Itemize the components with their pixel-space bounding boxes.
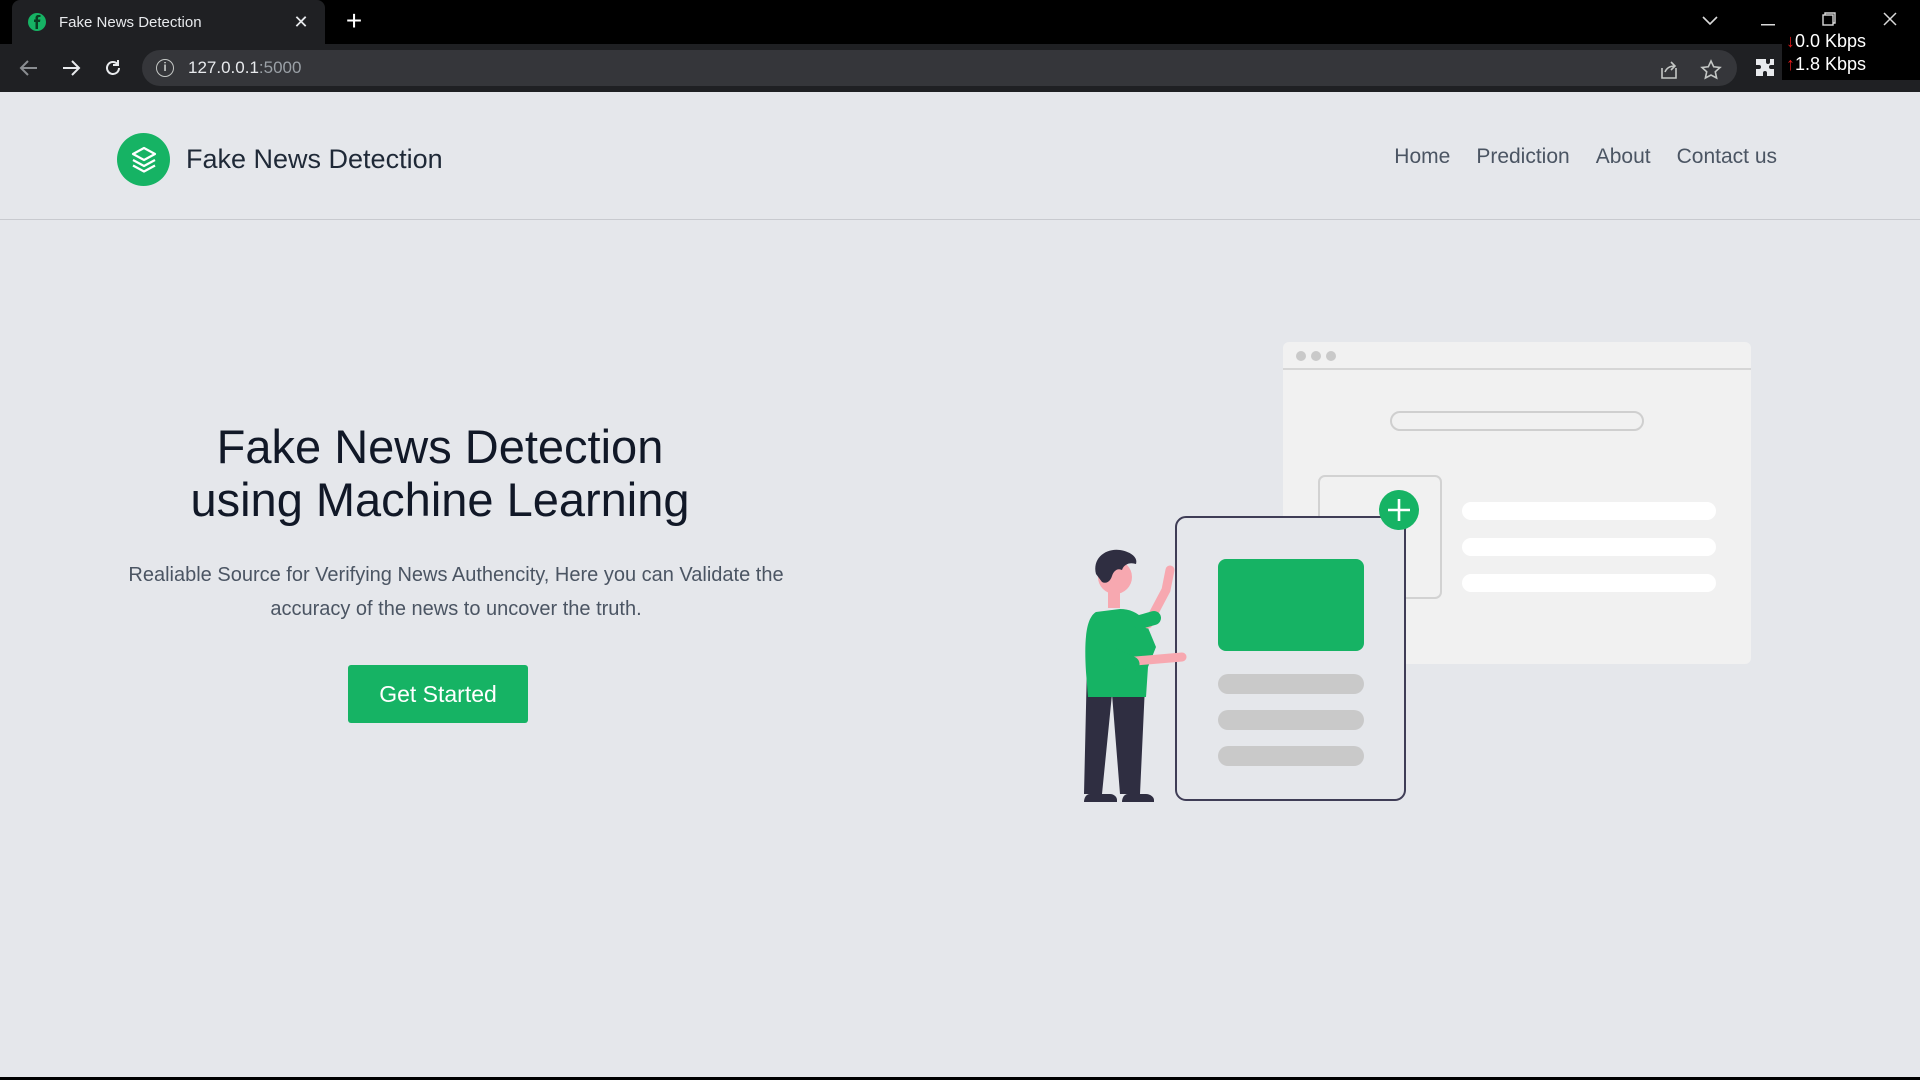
download-speed: 0.0 Kbps	[1795, 31, 1867, 51]
illustration-card-image	[1218, 559, 1364, 651]
reload-icon	[106, 60, 120, 75]
reload-button[interactable]	[98, 53, 128, 83]
forward-button[interactable]	[56, 53, 86, 83]
hero-title-line2: using Machine Learning	[190, 473, 690, 526]
back-button[interactable]	[14, 53, 44, 83]
window-dot	[1296, 351, 1306, 361]
upload-speed: 1.8 Kbps	[1795, 54, 1867, 74]
main-nav: Home Prediction About Contact us	[1394, 145, 1777, 169]
download-arrow-icon: ↓	[1786, 31, 1795, 51]
window-dot	[1326, 351, 1336, 361]
tab-title: Fake News Detection	[59, 13, 202, 31]
extensions-puzzle-icon[interactable]	[1753, 56, 1777, 80]
hero-title: Fake News Detection using Machine Learni…	[140, 420, 740, 526]
site-header: Fake News Detection Home Prediction Abou…	[0, 92, 1920, 220]
address-bar[interactable]: i 127.0.0.1:5000	[142, 50, 1737, 86]
new-tab-button[interactable]: +	[340, 7, 368, 36]
bookmark-star-icon[interactable]	[1700, 59, 1722, 81]
site-brand[interactable]: Fake News Detection	[186, 144, 443, 175]
site-info-icon[interactable]: i	[156, 59, 174, 77]
tab-close-icon[interactable]: ✕	[289, 10, 313, 34]
browser-toolbar: i 127.0.0.1:5000	[0, 44, 1920, 92]
hero-subtitle-line1: Realiable Source for Verifying News Auth…	[128, 564, 784, 586]
window-dot	[1311, 351, 1321, 361]
nav-prediction[interactable]: Prediction	[1476, 145, 1569, 169]
illustration-line	[1462, 574, 1716, 592]
forward-arrow-icon	[63, 60, 81, 76]
share-icon[interactable]	[1658, 59, 1680, 81]
nav-about[interactable]: About	[1596, 145, 1651, 169]
web-page: Fake News Detection Home Prediction Abou…	[0, 92, 1920, 1077]
back-arrow-icon	[19, 60, 37, 76]
illustration-card-line	[1218, 746, 1364, 766]
illustration-line	[1462, 538, 1716, 556]
hero-subtitle: Realiable Source for Verifying News Auth…	[100, 558, 812, 626]
get-started-button[interactable]: Get Started	[348, 665, 528, 723]
network-speed-widget: ↓0.0 Kbps ↑1.8 Kbps	[1782, 30, 1920, 80]
hero-illustration	[1084, 342, 1751, 802]
person-figure	[1084, 549, 1187, 802]
browser-tabstrip: Fake News Detection ✕ +	[0, 0, 1920, 44]
hero-title-line1: Fake News Detection	[216, 420, 664, 473]
nav-home[interactable]: Home	[1394, 145, 1450, 169]
logo-layers-icon[interactable]	[117, 133, 170, 186]
plus-badge-icon	[1379, 490, 1419, 530]
hero-subtitle-line2: accuracy of the news to uncover the trut…	[270, 598, 642, 620]
site-favicon-icon	[28, 13, 46, 31]
tab-search-chevron-icon[interactable]	[1690, 6, 1730, 36]
illustration-card-line	[1218, 710, 1364, 730]
url-port: :5000	[258, 58, 302, 77]
upload-arrow-icon: ↑	[1786, 54, 1795, 74]
illustration-card-line	[1218, 674, 1364, 694]
illustration-line	[1462, 502, 1716, 520]
nav-contact[interactable]: Contact us	[1677, 145, 1777, 169]
browser-tab[interactable]: Fake News Detection ✕	[12, 0, 325, 44]
url-host: 127.0.0.1	[188, 58, 259, 77]
